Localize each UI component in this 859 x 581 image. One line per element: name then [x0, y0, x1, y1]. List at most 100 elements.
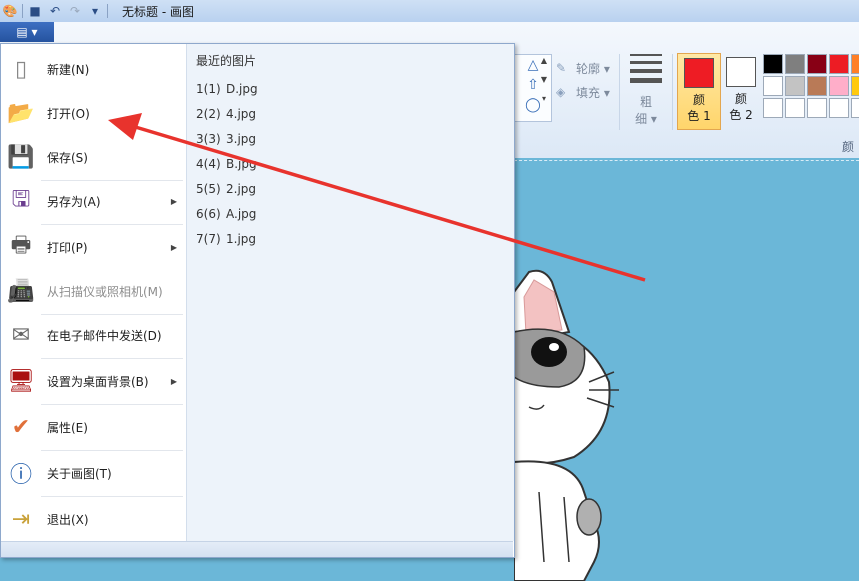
menu-item-0[interactable]: ▯ 新建(N) [5, 48, 183, 90]
palette-swatch[interactable] [807, 54, 827, 74]
recent-file-item[interactable]: 5(5) 2.jpg [196, 182, 256, 196]
menu-item-label: 打开(O) [47, 106, 90, 121]
menu-item-label: 属性(E) [47, 420, 88, 435]
cat-drawing-image [514, 269, 619, 581]
size-button[interactable]: 粗 细 ▾ [626, 54, 666, 127]
palette-swatch[interactable] [829, 54, 849, 74]
customize-dropdown-icon[interactable]: ▾ [87, 3, 103, 19]
fill-button[interactable]: ◈ 填充 ▾ [556, 80, 610, 104]
file-menu-footer [1, 541, 513, 557]
recent-file-item[interactable]: 1(1) D.jpg [196, 82, 258, 96]
color-1-swatch [684, 58, 714, 88]
color-1-button[interactable]: 颜 色 1 [677, 53, 721, 130]
scanner-icon: 📠 [7, 278, 35, 304]
menu-item-label: 打印(P) [47, 240, 88, 255]
window-title: 无标题 - 画图 [122, 5, 194, 19]
ribbon-separator [619, 54, 620, 130]
menu-item-label: 在电子邮件中发送(D) [47, 328, 162, 343]
menu-item-label: 关于画图(T) [47, 466, 112, 481]
fill-bucket-icon: ◈ [556, 85, 566, 99]
qat-separator [22, 4, 23, 18]
palette-swatch[interactable] [829, 76, 849, 96]
palette-swatch[interactable] [785, 98, 805, 118]
recent-file-item[interactable]: 3(3) 3.jpg [196, 132, 256, 146]
submenu-arrow-icon: ▶ [170, 376, 177, 386]
open-folder-icon: 📂 [7, 100, 35, 126]
menu-item-4[interactable]: 🖶 打印(P) ▶ [5, 226, 183, 268]
menu-divider [41, 404, 183, 405]
palette-swatch[interactable] [851, 98, 859, 118]
menu-item-label: 设置为桌面背景(B) [47, 374, 149, 389]
save-disk-icon: 💾 [7, 144, 35, 170]
color-1-label-bottom: 色 1 [687, 109, 711, 123]
palette-swatch[interactable] [807, 98, 827, 118]
recent-file-name: 3.jpg [226, 132, 257, 146]
color-2-label-top: 颜 [734, 92, 747, 106]
checkmark-icon: ✔ [11, 414, 31, 440]
outline-fill-group: ✎ 轮廓 ▾ ◈ 填充 ▾ [556, 56, 610, 104]
scroll-down-icon[interactable]: ▼ [541, 75, 547, 84]
palette-swatch[interactable] [785, 54, 805, 74]
fill-label: 填充 ▾ [576, 85, 610, 100]
canvas-selection-border [514, 160, 859, 162]
color-1-label-top: 颜 [692, 93, 705, 107]
menu-item-1[interactable]: 📂 打开(O) [5, 92, 183, 134]
menu-item-7[interactable]: 🖥 设置为桌面背景(B) ▶ [5, 360, 183, 402]
color-2-button[interactable]: 颜 色 2 [723, 53, 759, 128]
recent-file-number: 5(5) [196, 182, 221, 196]
quick-access-toolbar: 🎨 ■ ↶ ↷ ▾ [0, 2, 108, 20]
recent-pictures-title: 最近的图片 [196, 54, 257, 68]
palette-swatch[interactable] [763, 98, 783, 118]
menu-item-9[interactable]: ⓘ 关于画图(T) [5, 452, 183, 494]
file-menu-label: ▤ ▾ [16, 25, 38, 39]
scroll-up-icon[interactable]: ▲ [541, 56, 547, 65]
recent-file-name: 2.jpg [226, 182, 257, 196]
menu-item-6[interactable]: ✉ 在电子邮件中发送(D) [5, 314, 183, 356]
save-as-icon: 🖫 [11, 187, 31, 212]
palette-swatch[interactable] [851, 54, 859, 74]
palette-swatch[interactable] [763, 54, 783, 74]
recent-file-number: 7(7) [196, 232, 221, 246]
palette-swatch[interactable] [829, 98, 849, 118]
paint-app-icon[interactable]: 🎨 [2, 3, 18, 19]
recent-file-name: 4.jpg [226, 107, 257, 121]
menu-item-3[interactable]: 🖫 另存为(A) ▶ [5, 180, 183, 222]
recent-file-item[interactable]: 2(2) 4.jpg [196, 107, 256, 121]
recent-file-number: 6(6) [196, 207, 221, 221]
menu-divider [41, 358, 183, 359]
redo-icon[interactable]: ↷ [67, 3, 83, 19]
palette-swatch[interactable] [807, 76, 827, 96]
shapes-scroll[interactable]: ▲ ▼ ▾ [538, 56, 550, 103]
menu-item-label: 另存为(A) [47, 194, 101, 209]
new-document-icon: ▯ [14, 56, 28, 82]
color-palette [763, 54, 859, 118]
palette-swatch[interactable] [851, 76, 859, 96]
file-menu-button[interactable]: ▤ ▾ [0, 22, 54, 42]
recent-file-item[interactable]: 6(6) A.jpg [196, 207, 256, 221]
colors-group-label: 颜 [842, 140, 855, 154]
submenu-arrow-icon: ▶ [170, 196, 177, 206]
color-2-label-bottom: 色 2 [729, 108, 753, 122]
qat-separator [107, 4, 108, 18]
menu-divider [41, 224, 183, 225]
info-icon: ⓘ [9, 463, 32, 488]
recent-file-item[interactable]: 7(7) 1.jpg [196, 232, 256, 246]
palette-swatch[interactable] [763, 76, 783, 96]
recent-file-number: 1(1) [196, 82, 221, 96]
recent-file-number: 3(3) [196, 132, 221, 146]
expand-gallery-icon[interactable]: ▾ [542, 94, 546, 103]
recent-file-name: 1.jpg [226, 232, 257, 246]
outline-button[interactable]: ✎ 轮廓 ▾ [556, 56, 610, 80]
outline-brush-icon: ✎ [556, 61, 567, 75]
save-icon[interactable]: ■ [27, 3, 43, 19]
menu-item-10[interactable]: ⇥ 退出(X) [5, 498, 183, 540]
undo-icon[interactable]: ↶ [47, 3, 63, 19]
file-menu-dropdown: ▯ 新建(N) 📂 打开(O) 💾 保存(S) 🖫 另存为(A) ▶ 🖶 打印(P) ▶ 📠 从扫描仪或照… [0, 43, 515, 558]
menu-item-8[interactable]: ✔ 属性(E) [5, 406, 183, 448]
line-sizes-icon [626, 54, 666, 83]
recent-file-item[interactable]: 4(4) B.jpg [196, 157, 257, 171]
recent-file-number: 2(2) [196, 107, 221, 121]
palette-swatch[interactable] [785, 76, 805, 96]
menu-item-2[interactable]: 💾 保存(S) [5, 136, 183, 178]
exit-icon: ⇥ [11, 506, 31, 532]
